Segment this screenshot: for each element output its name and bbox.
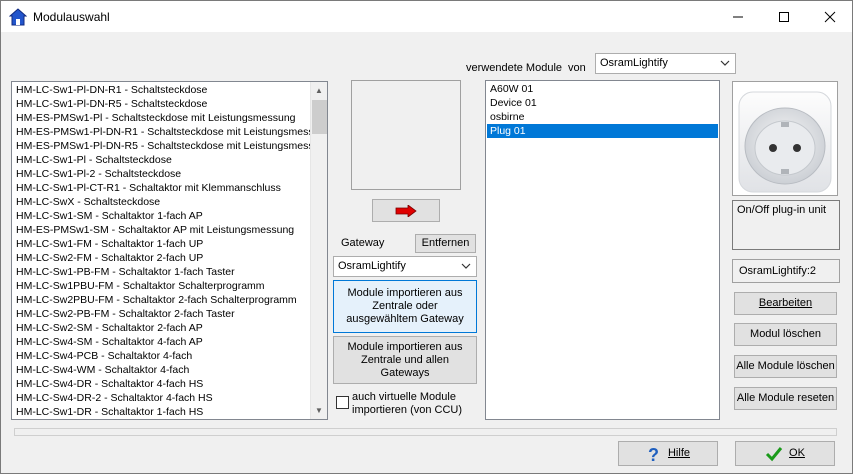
gateway-label: Gateway (341, 237, 385, 249)
chevron-down-icon (461, 263, 471, 269)
home-icon (9, 8, 27, 26)
delete-module-button-label: Modul löschen (750, 328, 821, 340)
virtual-modules-label: auch virtuelle Module importieren (von C… (352, 391, 463, 416)
ok-button[interactable]: OK (735, 441, 835, 466)
modulauswahl-window: Modulauswahl HM-LC-Sw1-Pl-DN-R1 - Schalt… (0, 0, 853, 474)
plug-socket-image (738, 91, 832, 193)
checkmark-icon (765, 446, 783, 461)
list-item[interactable]: HM-LC-Sw1-SM - Schaltaktor 1-fach AP (13, 209, 311, 223)
list-item[interactable]: HM-LC-Sw2-FM - Schaltaktor 2-fach UP (13, 251, 311, 265)
list-item[interactable]: HM-LC-Sw4-SM - Schaltaktor 4-fach AP (13, 335, 311, 349)
module-preview-box (351, 80, 461, 190)
ok-button-label: OK (789, 447, 805, 459)
used-module-item[interactable]: osbirne (487, 110, 718, 124)
minimize-icon (733, 16, 743, 17)
used-modules-label: verwendete Module (466, 62, 563, 74)
scroll-up-icon[interactable]: ▲ (311, 82, 327, 99)
used-modules-from-label: von (568, 62, 586, 74)
add-module-button[interactable] (372, 199, 440, 222)
close-button[interactable] (807, 1, 853, 32)
list-item[interactable]: HM-LC-Sw2PBU-FM - Schaltaktor 2-fach Sch… (13, 293, 311, 307)
list-item[interactable]: HM-LC-Sw1-Pl - Schaltsteckdose (13, 153, 311, 167)
list-item[interactable]: HM-LC-Sw1-Pl-2 - Schaltsteckdose (13, 167, 311, 181)
list-item[interactable]: HM-LC-Sw1-FM - Schaltaktor 1-fach UP (13, 237, 311, 251)
list-item[interactable]: HM-LC-Sw1PBU-FM - Schaltaktor Schalterpr… (13, 279, 311, 293)
list-item[interactable]: HM-ES-PMSw1-Pl-DN-R5 - Schaltsteckdose m… (13, 139, 311, 153)
module-source-select[interactable]: OsramLightify (595, 53, 736, 74)
gateway-select-value: OsramLightify (338, 260, 406, 272)
list-item[interactable]: HM-LC-SwX - Schaltsteckdose (13, 195, 311, 209)
delete-all-button-label: Alle Module löschen (736, 360, 835, 372)
scroll-thumb[interactable] (312, 100, 327, 134)
list-item[interactable]: HM-ES-PMSw1-Pl - Schaltsteckdose mit Lei… (13, 111, 311, 125)
list-item[interactable]: HM-LC-Sw4-DR-2 - Schaltaktor 4-fach HS (13, 391, 311, 405)
list-item[interactable]: HM-LC-Sw1-DR - Schaltaktor 1-fach HS (13, 405, 311, 419)
list-item[interactable]: HM-LC-Sw2-SM - Schaltaktor 2-fach AP (13, 321, 311, 335)
available-modules-items: HM-LC-Sw1-Pl-DN-R1 - Schaltsteckdose HM-L… (13, 83, 311, 419)
help-button[interactable]: ? Hilfe (618, 441, 718, 466)
available-modules-list[interactable]: HM-LC-Sw1-Pl-DN-R1 - Schaltsteckdose HM-L… (11, 81, 328, 420)
used-modules-items: A60W 01 Device 01 osbirne Plug 01 (487, 82, 718, 138)
list-item[interactable]: HM-LC-Sw1-Pl-DN-R1 - Schaltsteckdose (13, 83, 311, 97)
edit-button[interactable]: Bearbeiten (734, 292, 837, 315)
maximize-icon (779, 11, 789, 22)
title-bar[interactable]: Modulauswahl (1, 1, 852, 32)
gateway-select[interactable]: OsramLightify (333, 256, 477, 277)
used-module-item[interactable]: A60W 01 (487, 82, 718, 96)
remove-gateway-button[interactable]: Entfernen (415, 234, 476, 253)
module-source-value: OsramLightify (600, 57, 668, 69)
list-item[interactable]: HM-LC-Sw4-WM - Schaltaktor 4-fach (13, 363, 311, 377)
edit-button-label: Bearbeiten (758, 297, 813, 309)
list-item[interactable]: HM-LC-Sw4-PCB - Schaltaktor 4-fach (13, 349, 311, 363)
delete-module-button[interactable]: Modul löschen (734, 323, 837, 346)
delete-all-modules-button[interactable]: Alle Module löschen (734, 355, 837, 378)
available-modules-scrollbar[interactable]: ▲ ▼ (310, 82, 327, 419)
list-item[interactable]: HM-LC-Sw1-PB-FM - Schaltaktor 1-fach Tas… (13, 265, 311, 279)
minimize-button[interactable] (715, 1, 761, 32)
import-all-gateways-button[interactable]: Module importieren aus Zentrale und alle… (333, 336, 477, 384)
reset-all-button-label: Alle Module reseten (736, 392, 835, 404)
help-icon: ? (648, 445, 659, 463)
module-description: On/Off plug-in unit (732, 200, 840, 250)
used-modules-list[interactable]: A60W 01 Device 01 osbirne Plug 01 (485, 80, 720, 420)
close-icon (824, 11, 836, 22)
list-item[interactable]: HM-ES-PMSw1-Pl-DN-R1 - Schaltsteckdose m… (13, 125, 311, 139)
window-title: Modulauswahl (33, 10, 110, 24)
scroll-down-icon[interactable]: ▼ (311, 402, 327, 419)
chevron-down-icon (720, 60, 730, 66)
reset-all-modules-button[interactable]: Alle Module reseten (734, 387, 837, 410)
module-instance-field: OsramLightify:2 (732, 259, 840, 283)
list-item[interactable]: HM-LC-Sw4-DR - Schaltaktor 4-fach HS (13, 377, 311, 391)
list-item[interactable]: HM-LC-Sw2-PB-FM - Schaltaktor 2-fach Tas… (13, 307, 311, 321)
virtual-modules-checkbox[interactable] (336, 396, 349, 409)
list-item[interactable]: HM-LC-Sw1-Pl-DN-R5 - Schaltsteckdose (13, 97, 311, 111)
horizontal-scrollbar[interactable] (14, 428, 837, 436)
arrow-right-icon (395, 204, 417, 217)
list-item[interactable]: HM-ES-PMSw1-SM - Schaltaktor AP mit Leis… (13, 223, 311, 237)
list-item[interactable]: HM-LC-Sw1-Pl-CT-R1 - Schaltaktor mit Kle… (13, 181, 311, 195)
import-selected-gateway-button[interactable]: Module importieren aus Zentrale oder aus… (333, 280, 477, 333)
device-image (732, 81, 838, 196)
svg-text:?: ? (648, 445, 659, 463)
used-module-item[interactable]: Plug 01 (487, 124, 718, 138)
used-module-item[interactable]: Device 01 (487, 96, 718, 110)
maximize-button[interactable] (761, 1, 807, 32)
help-button-label: Hilfe (667, 447, 690, 459)
